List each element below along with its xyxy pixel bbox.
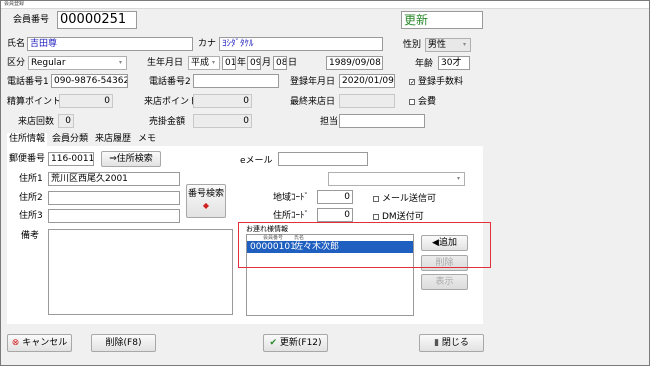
update-button[interactable]: ✔ 更新(F12) [263, 334, 328, 352]
close-button[interactable]: ▮ 閉じる [419, 334, 484, 352]
age-field: 30才 [438, 56, 470, 70]
gender-select[interactable]: 男性 ▾ [425, 38, 471, 52]
highlight-annotation [238, 222, 491, 268]
cancel-label: キャンセル [22, 338, 68, 348]
reg-date-label: 登録年月日 [290, 77, 336, 87]
update-label: 更新(F12) [279, 338, 322, 348]
visit-points-field: 0 [193, 94, 252, 108]
mail-ok-label: メール送信可 [382, 194, 437, 204]
addr3-label: 住所3 [19, 211, 43, 221]
chevron-down-icon: ▾ [462, 41, 466, 48]
addr-code-field[interactable]: 0 [317, 208, 353, 222]
delete-button[interactable]: 削除(F8) [91, 334, 156, 352]
postal-field[interactable]: 116-0011 [48, 152, 94, 166]
delete-label: 削除(F8) [105, 338, 142, 348]
sales-label: 売掛金額 [149, 117, 186, 127]
birth-day-field[interactable]: 08 [273, 56, 287, 70]
window-title: 会員登録 [4, 1, 25, 7]
reg-fee-label: 登録手数料 [418, 77, 464, 87]
year-unit: 年 [237, 58, 247, 68]
last-visit-field [339, 94, 395, 108]
notes-textarea[interactable] [48, 229, 233, 315]
day-unit: 日 [288, 58, 298, 68]
month-unit: 月 [262, 58, 272, 68]
birth-year-field[interactable]: 01 [222, 56, 236, 70]
points-label: 精算ポイント [7, 97, 62, 107]
category-select[interactable]: Regular ▾ [28, 56, 127, 70]
email-label: eメール [240, 156, 273, 166]
membership-fee-label: 会費 [418, 97, 437, 107]
chevron-down-icon: ▾ [118, 59, 122, 66]
sales-field: 0 [193, 114, 252, 128]
birthday-label: 生年月日 [147, 58, 184, 68]
dm-ok-label: DM送付可 [382, 212, 424, 222]
gender-value: 男性 [428, 40, 447, 50]
phone1-field[interactable]: 090-9876-54362 [51, 74, 128, 88]
member-registration-window: 会員登録 会員番号 00000251 更新 氏名 吉田尊 カナ ﾖｼﾀﾞﾀｹﾙ … [0, 0, 650, 366]
addr-code-label: 住所ｺｰﾄﾞ [273, 211, 310, 221]
visits-field: 0 [58, 114, 74, 128]
name-label: 氏名 [7, 39, 26, 49]
reg-date-field[interactable]: 2020/01/09 [339, 74, 395, 88]
close-label: 閉じる [441, 338, 469, 348]
birth-western-field: 1989/09/08 [326, 56, 383, 70]
tab-member-class[interactable]: 会員分類 [52, 133, 88, 146]
kana-label: カナ [198, 39, 217, 49]
chevron-down-icon: ▾ [456, 175, 460, 182]
checkbox-icon [373, 213, 379, 220]
points-field: 0 [59, 94, 113, 108]
membership-fee-checkbox[interactable]: 会費 [409, 96, 436, 108]
cancel-icon: ⊗ [11, 338, 20, 348]
mail-ok-checkbox[interactable]: メール送信可 [373, 193, 436, 205]
era-select[interactable]: 平成 ▾ [188, 56, 220, 70]
number-search-button[interactable]: 番号検索 ◆ [186, 184, 226, 218]
category-label: 区分 [7, 58, 26, 68]
last-visit-label: 最終来店日 [290, 97, 336, 107]
postal-search-button[interactable]: ⇒住所検索 [101, 151, 161, 167]
cancel-button[interactable]: ⊗ キャンセル [7, 334, 72, 352]
member-no-field[interactable]: 00000251 [57, 11, 137, 29]
era-value: 平成 [191, 58, 210, 68]
addr2-field[interactable] [48, 191, 180, 205]
notes-label: 備考 [21, 231, 40, 241]
birth-month-field[interactable]: 09 [247, 56, 261, 70]
mode-indicator: 更新 [401, 11, 483, 29]
checkbox-icon [373, 195, 379, 202]
checkbox-checked-icon: ✓ [409, 78, 416, 86]
map-pin-icon: ◆ [202, 201, 210, 210]
staff-label: 担当 [320, 117, 339, 127]
staff-field[interactable] [339, 114, 425, 128]
phone1-label: 電話番号1 [7, 77, 49, 87]
age-label: 年齢 [415, 59, 434, 69]
area-code-field[interactable]: 0 [317, 190, 353, 204]
phone2-field[interactable] [193, 74, 279, 88]
addr1-field[interactable]: 荒川区西尾久2001 [48, 172, 180, 186]
chevron-down-icon: ▾ [211, 59, 215, 66]
reg-fee-checkbox[interactable]: ✓ 登録手数料 [409, 76, 463, 88]
title-bar: 会員登録 [1, 1, 649, 9]
email-domain-select[interactable]: ▾ [328, 172, 465, 186]
area-code-label: 地域ｺｰﾄﾞ [273, 193, 310, 203]
visit-points-label: 来店ポイント [144, 97, 199, 107]
gender-label: 性別 [403, 40, 422, 50]
show-companion-button[interactable]: 表示 [421, 274, 468, 290]
tab-memo[interactable]: メモ [138, 133, 156, 146]
addr3-field[interactable] [48, 209, 180, 223]
postal-label: 郵便番号 [9, 154, 46, 164]
phone2-label: 電話番号2 [149, 77, 191, 87]
kana-field[interactable]: ﾖｼﾀﾞﾀｹﾙ [219, 37, 383, 51]
tab-visit-history[interactable]: 来店履歴 [95, 133, 131, 146]
addr2-label: 住所2 [19, 193, 43, 203]
email-field[interactable] [278, 152, 368, 166]
door-icon: ▮ [434, 338, 440, 348]
member-no-label: 会員番号 [13, 15, 50, 25]
name-field[interactable]: 吉田尊 [27, 37, 193, 51]
visits-label: 来店回数 [18, 117, 55, 127]
category-value: Regular [31, 58, 66, 68]
tab-address[interactable]: 住所情報 [7, 133, 48, 146]
addr1-label: 住所1 [19, 174, 43, 184]
check-icon: ✔ [269, 338, 277, 348]
number-search-label: 番号検索 [187, 189, 224, 199]
checkbox-icon [409, 98, 415, 105]
